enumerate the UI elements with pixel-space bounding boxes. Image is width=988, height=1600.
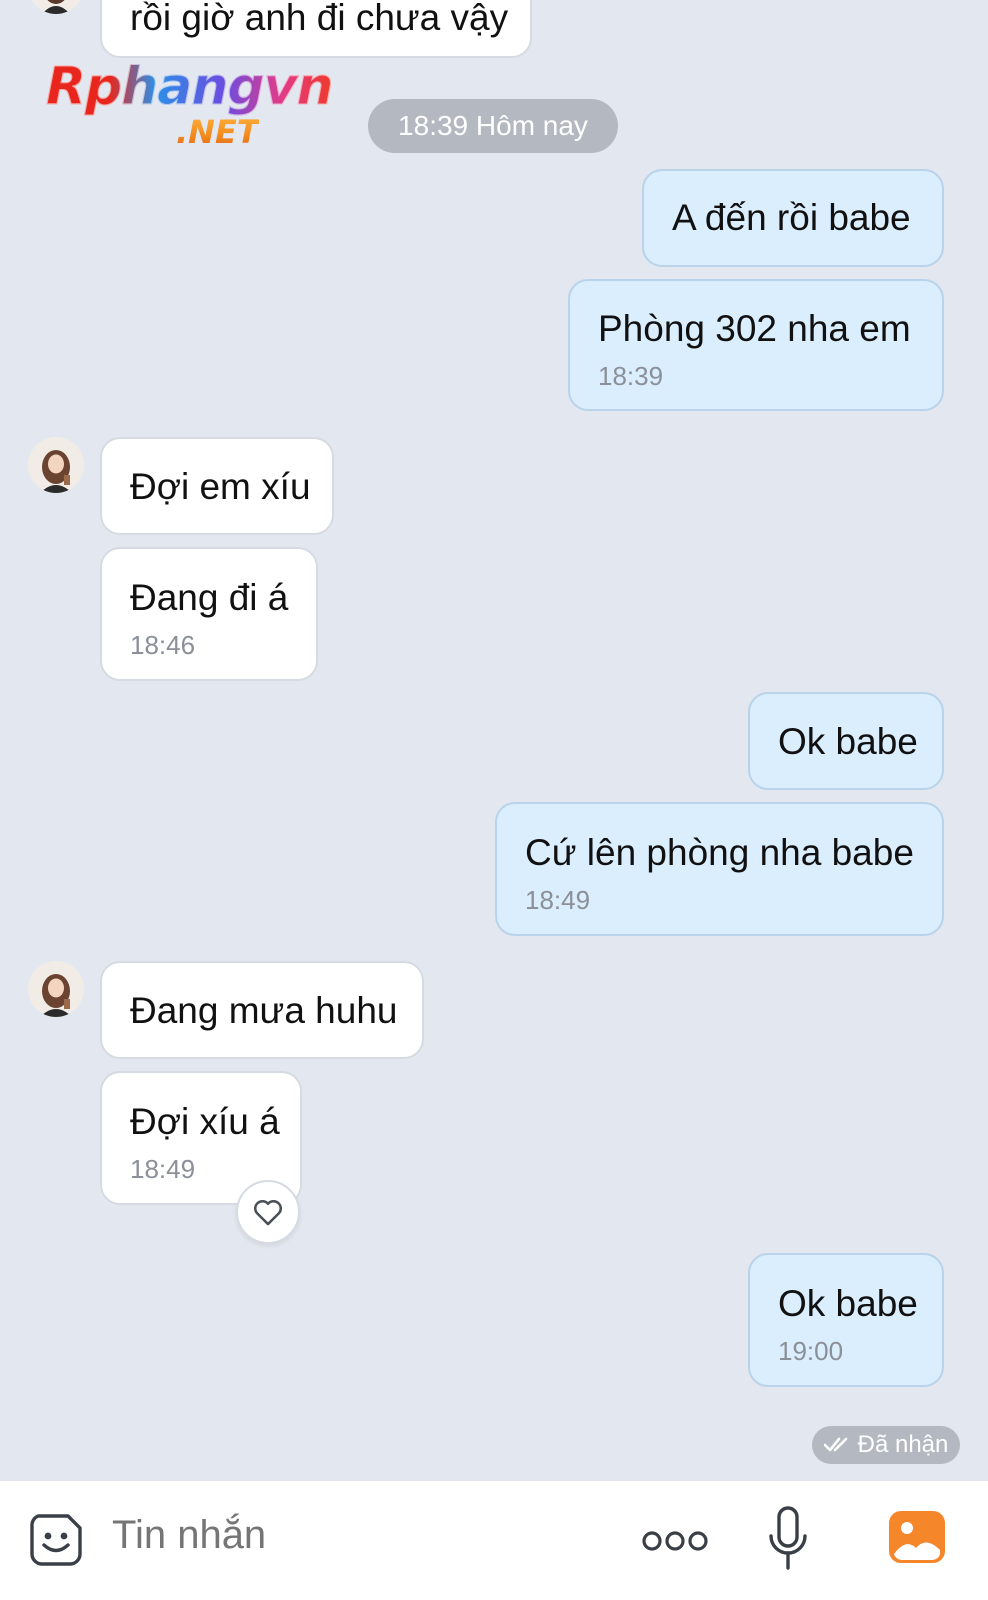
heart-reaction-button[interactable]: [236, 1180, 300, 1244]
watermark-suffix-text: .NET: [176, 113, 259, 151]
incoming-message-bubble[interactable]: rồi giờ anh đi chưa vậy: [100, 0, 532, 58]
outgoing-message-bubble[interactable]: Cứ lên phòng nha babe 18:49: [495, 802, 944, 936]
delivery-status-text: Đã nhận: [857, 1431, 949, 1458]
sticker-icon: [30, 1514, 82, 1566]
message-time: 18:49: [525, 885, 591, 915]
outgoing-message-bubble[interactable]: A đến rồi babe: [642, 169, 944, 267]
message-text: Cứ lên phòng nha babe: [525, 832, 914, 873]
outgoing-message-bubble[interactable]: Phòng 302 nha em 18:39: [568, 279, 944, 411]
incoming-message-bubble[interactable]: Đang mưa huhu: [100, 961, 424, 1059]
message-text: A đến rồi babe: [672, 197, 911, 238]
time-separator: 18:39 Hôm nay: [368, 99, 618, 153]
incoming-message-bubble[interactable]: Đang đi á 18:46: [100, 547, 318, 681]
avatar-photo-icon: [28, 961, 84, 1017]
message-time: 19:00: [778, 1336, 844, 1366]
message-time: 18:49: [130, 1154, 196, 1184]
message-input[interactable]: [100, 1500, 620, 1570]
outgoing-message-bubble[interactable]: Ok babe: [748, 692, 944, 790]
message-text: Đợi xíu á: [130, 1101, 280, 1142]
microphone-icon: [769, 1506, 807, 1570]
image-gallery-icon: [889, 1511, 945, 1563]
chat-area: rồi giờ anh đi chưa vậy Rphangvn .NET 18…: [0, 0, 988, 1480]
message-text: Phòng 302 nha em: [598, 308, 911, 349]
outgoing-message-bubble[interactable]: Ok babe 19:00: [748, 1253, 944, 1387]
message-text: Đợi em xíu: [130, 466, 311, 507]
incoming-message-bubble[interactable]: Đợi em xíu: [100, 437, 334, 535]
message-time: 18:46: [130, 630, 196, 660]
avatar-photo-icon: [28, 437, 84, 493]
heart-outline-icon: [254, 1199, 282, 1226]
watermark-logo: Rphangvn .NET: [46, 58, 356, 154]
delivery-status-badge: Đã nhận: [812, 1426, 960, 1464]
contact-avatar[interactable]: [28, 961, 84, 1017]
double-check-icon: [823, 1437, 847, 1452]
message-text: rồi giờ anh đi chưa vậy: [130, 0, 509, 38]
contact-avatar[interactable]: [28, 437, 84, 493]
message-text: Đang mưa huhu: [130, 990, 398, 1031]
voice-message-button[interactable]: [768, 1506, 808, 1572]
message-text: Ok babe: [778, 721, 918, 762]
avatar-photo-icon: [28, 0, 84, 14]
contact-avatar[interactable]: [28, 0, 84, 14]
sticker-button[interactable]: [28, 1512, 84, 1568]
message-text: Đang đi á: [130, 577, 289, 618]
message-time: 18:39: [598, 361, 664, 391]
more-icon: [642, 1531, 708, 1551]
message-text: Ok babe: [778, 1283, 918, 1324]
more-options-button[interactable]: [642, 1528, 708, 1554]
watermark-main-text: Rphangvn: [46, 57, 335, 117]
image-gallery-button[interactable]: [888, 1510, 946, 1564]
